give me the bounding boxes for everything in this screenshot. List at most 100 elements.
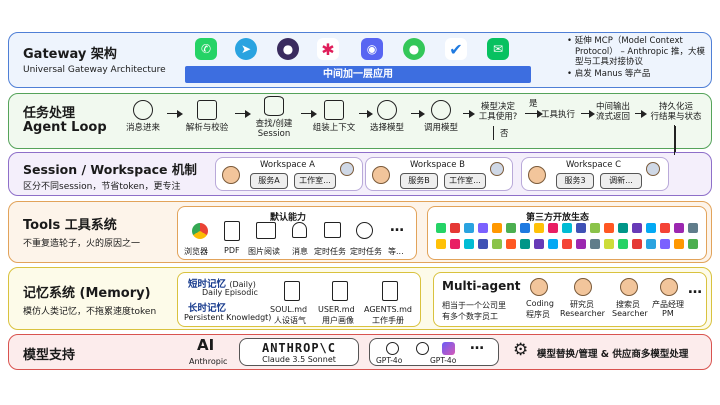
gear-icon: ⚙ — [513, 340, 529, 360]
ecosystem-app-icon — [520, 239, 530, 249]
openai-icon — [416, 342, 429, 355]
workspace-card-a: Workspace A 服务A 工作室... — [215, 157, 363, 191]
discord-icon: ◉ — [361, 38, 383, 60]
arrow-1 — [167, 109, 183, 118]
gateway-note-1: • 延伸 MCP（Model Context Protocol） – Anthr… — [567, 36, 705, 67]
third-party-title: 第三方开放生态 — [526, 213, 590, 223]
agent-loop-band: 任务处理 Agent Loop 消息进来 解析与校验 查找/创建 Session… — [8, 93, 712, 156]
ellipsis-icon: … — [390, 219, 404, 235]
timer-icon — [356, 222, 373, 239]
service-pill: 服务A — [250, 173, 288, 189]
ecosystem-app-icon — [604, 223, 614, 233]
agent-loop-title-en: Agent Loop — [23, 120, 107, 135]
claude-model-name: Claude 3.5 Sonnet — [262, 355, 336, 364]
arrow-2 — [235, 109, 251, 118]
gateway-bar-label: 中间加一层应用 — [323, 69, 393, 80]
memory-band: 记忆系统 (Memory) 模仿人类记忆，不拖累速度token 短时记忆 (Da… — [8, 267, 712, 330]
ecosystem-app-icon — [618, 239, 628, 249]
pm-avatar — [660, 278, 678, 296]
agent-avatar — [646, 162, 660, 176]
short-term-memory-en: Daily Episodic — [202, 288, 258, 297]
soul-doc-desc: 人设语气 — [274, 316, 306, 325]
service-pill: 服务B — [400, 173, 438, 189]
ecosystem-app-icon — [674, 223, 684, 233]
default-capabilities-title: 默认能力 — [270, 213, 307, 223]
ecosystem-app-icon — [450, 239, 460, 249]
ecosystem-app-icon — [576, 223, 586, 233]
workspace-card-c: Workspace C 服务3 调新... — [521, 157, 669, 191]
agents-doc-desc: 工作手册 — [372, 316, 404, 325]
ecosystem-app-icon — [660, 223, 670, 233]
ecosystem-app-icon — [590, 223, 600, 233]
gateway-notes: • 延伸 MCP（Model Context Protocol） – Anthr… — [567, 36, 709, 79]
gateway-title: Gateway 架构 — [23, 47, 117, 62]
ecosystem-app-icon — [646, 239, 656, 249]
step-persist: 持久化运 行结果与状态 — [650, 102, 702, 122]
calendar-icon — [324, 222, 341, 238]
ellipsis-icon: … — [688, 281, 702, 297]
ecosystem-app-icon — [646, 223, 656, 233]
default-capabilities-panel: 默认能力 … 浏览器 PDF 图片阅读 消息 定时任务 定时任务 等... — [177, 206, 417, 260]
tool-label-message: 消息 — [292, 247, 308, 256]
slack-icon: ✱ — [317, 38, 339, 60]
role-researcher: Researcher — [560, 309, 605, 318]
step-find-session: 查找/创建 Session — [249, 96, 299, 139]
ecosystem-app-icon — [632, 223, 642, 233]
multi-agent-desc-1: 相当于一个公司里 — [442, 301, 506, 310]
role-coding-cn: 程序员 — [526, 310, 550, 319]
models-band: 模型支持 AI Anthropic ANTHROP\C Claude 3.5 S… — [8, 334, 712, 370]
gateway-bar: 中间加一层应用 — [185, 66, 531, 83]
tools-band: Tools 工具系统 不重复造轮子，火的原因之一 默认能力 … 浏览器 PDF … — [8, 201, 712, 263]
gateway-subtitle: Universal Gateway Architecture — [23, 65, 166, 75]
openai-icon — [377, 100, 397, 120]
long-term-memory-label: 长时记忆 — [188, 303, 227, 314]
anthropic-wordmark: ANTHROP\C — [261, 341, 337, 355]
pdf-icon — [224, 221, 240, 241]
decision-tool-use: 模型决定 工具使用? — [478, 102, 518, 122]
tool-label-schedule-1: 定时任务 — [314, 247, 346, 256]
session-subtitle: 区分不同session，节省token，更专注 — [23, 182, 181, 192]
ecosystem-app-icon — [548, 239, 558, 249]
no-line — [493, 126, 494, 140]
step-parse-validate: 解析与校验 — [181, 100, 233, 133]
researcher-avatar — [574, 278, 592, 296]
doc-search-icon — [197, 100, 217, 120]
step-stream-output: 中间输出 流式返回 — [595, 102, 630, 122]
service-pill: 服务3 — [556, 173, 594, 189]
ecosystem-app-icon — [492, 239, 502, 249]
role-searcher: Searcher — [612, 309, 648, 318]
whatsapp-icon: ✆ — [195, 38, 217, 60]
memory-title: 记忆系统 (Memory) — [23, 286, 151, 301]
signal-icon: ● — [277, 38, 299, 60]
workspace-name: Workspace C — [566, 160, 622, 170]
ecosystem-app-icon — [618, 223, 628, 233]
ecosystem-app-icon — [674, 239, 684, 249]
gpt-model-name-2: GPT-4o — [430, 356, 457, 365]
models-title: 模型支持 — [23, 348, 76, 363]
image-icon — [256, 222, 276, 239]
arrow-yes — [525, 109, 543, 118]
tool-label-more: 等... — [388, 247, 404, 256]
loop-connector — [674, 125, 675, 155]
user-doc-desc: 用户画像 — [322, 316, 354, 325]
ecosystem-app-icon — [562, 239, 572, 249]
ecosystem-app-icon — [436, 239, 446, 249]
file-icon — [382, 281, 398, 301]
ecosystem-app-icon — [688, 239, 698, 249]
no-label: 否 — [500, 129, 509, 139]
database-icon — [264, 96, 284, 116]
avatar — [222, 166, 240, 184]
workroom-pill: 调新... — [600, 173, 642, 189]
ecosystem-app-icon — [436, 223, 446, 233]
user-doc-name: USER.md — [318, 305, 355, 314]
ecosystem-app-icon — [562, 223, 572, 233]
stack-icon — [324, 100, 344, 120]
agent-loop-title: 任务处理 — [23, 106, 76, 121]
agents-doc-name: AGENTS.md — [364, 305, 412, 314]
avatar — [372, 166, 390, 184]
gateway-band: Gateway 架构 Universal Gateway Architectur… — [8, 32, 712, 88]
chat-bubble-icon — [133, 100, 153, 120]
imessage-icon: ● — [403, 38, 425, 60]
feishu-icon: ✔ — [445, 38, 467, 60]
model-management-text: 模型替换/管理 & 供应商多模型处理 — [537, 349, 689, 360]
